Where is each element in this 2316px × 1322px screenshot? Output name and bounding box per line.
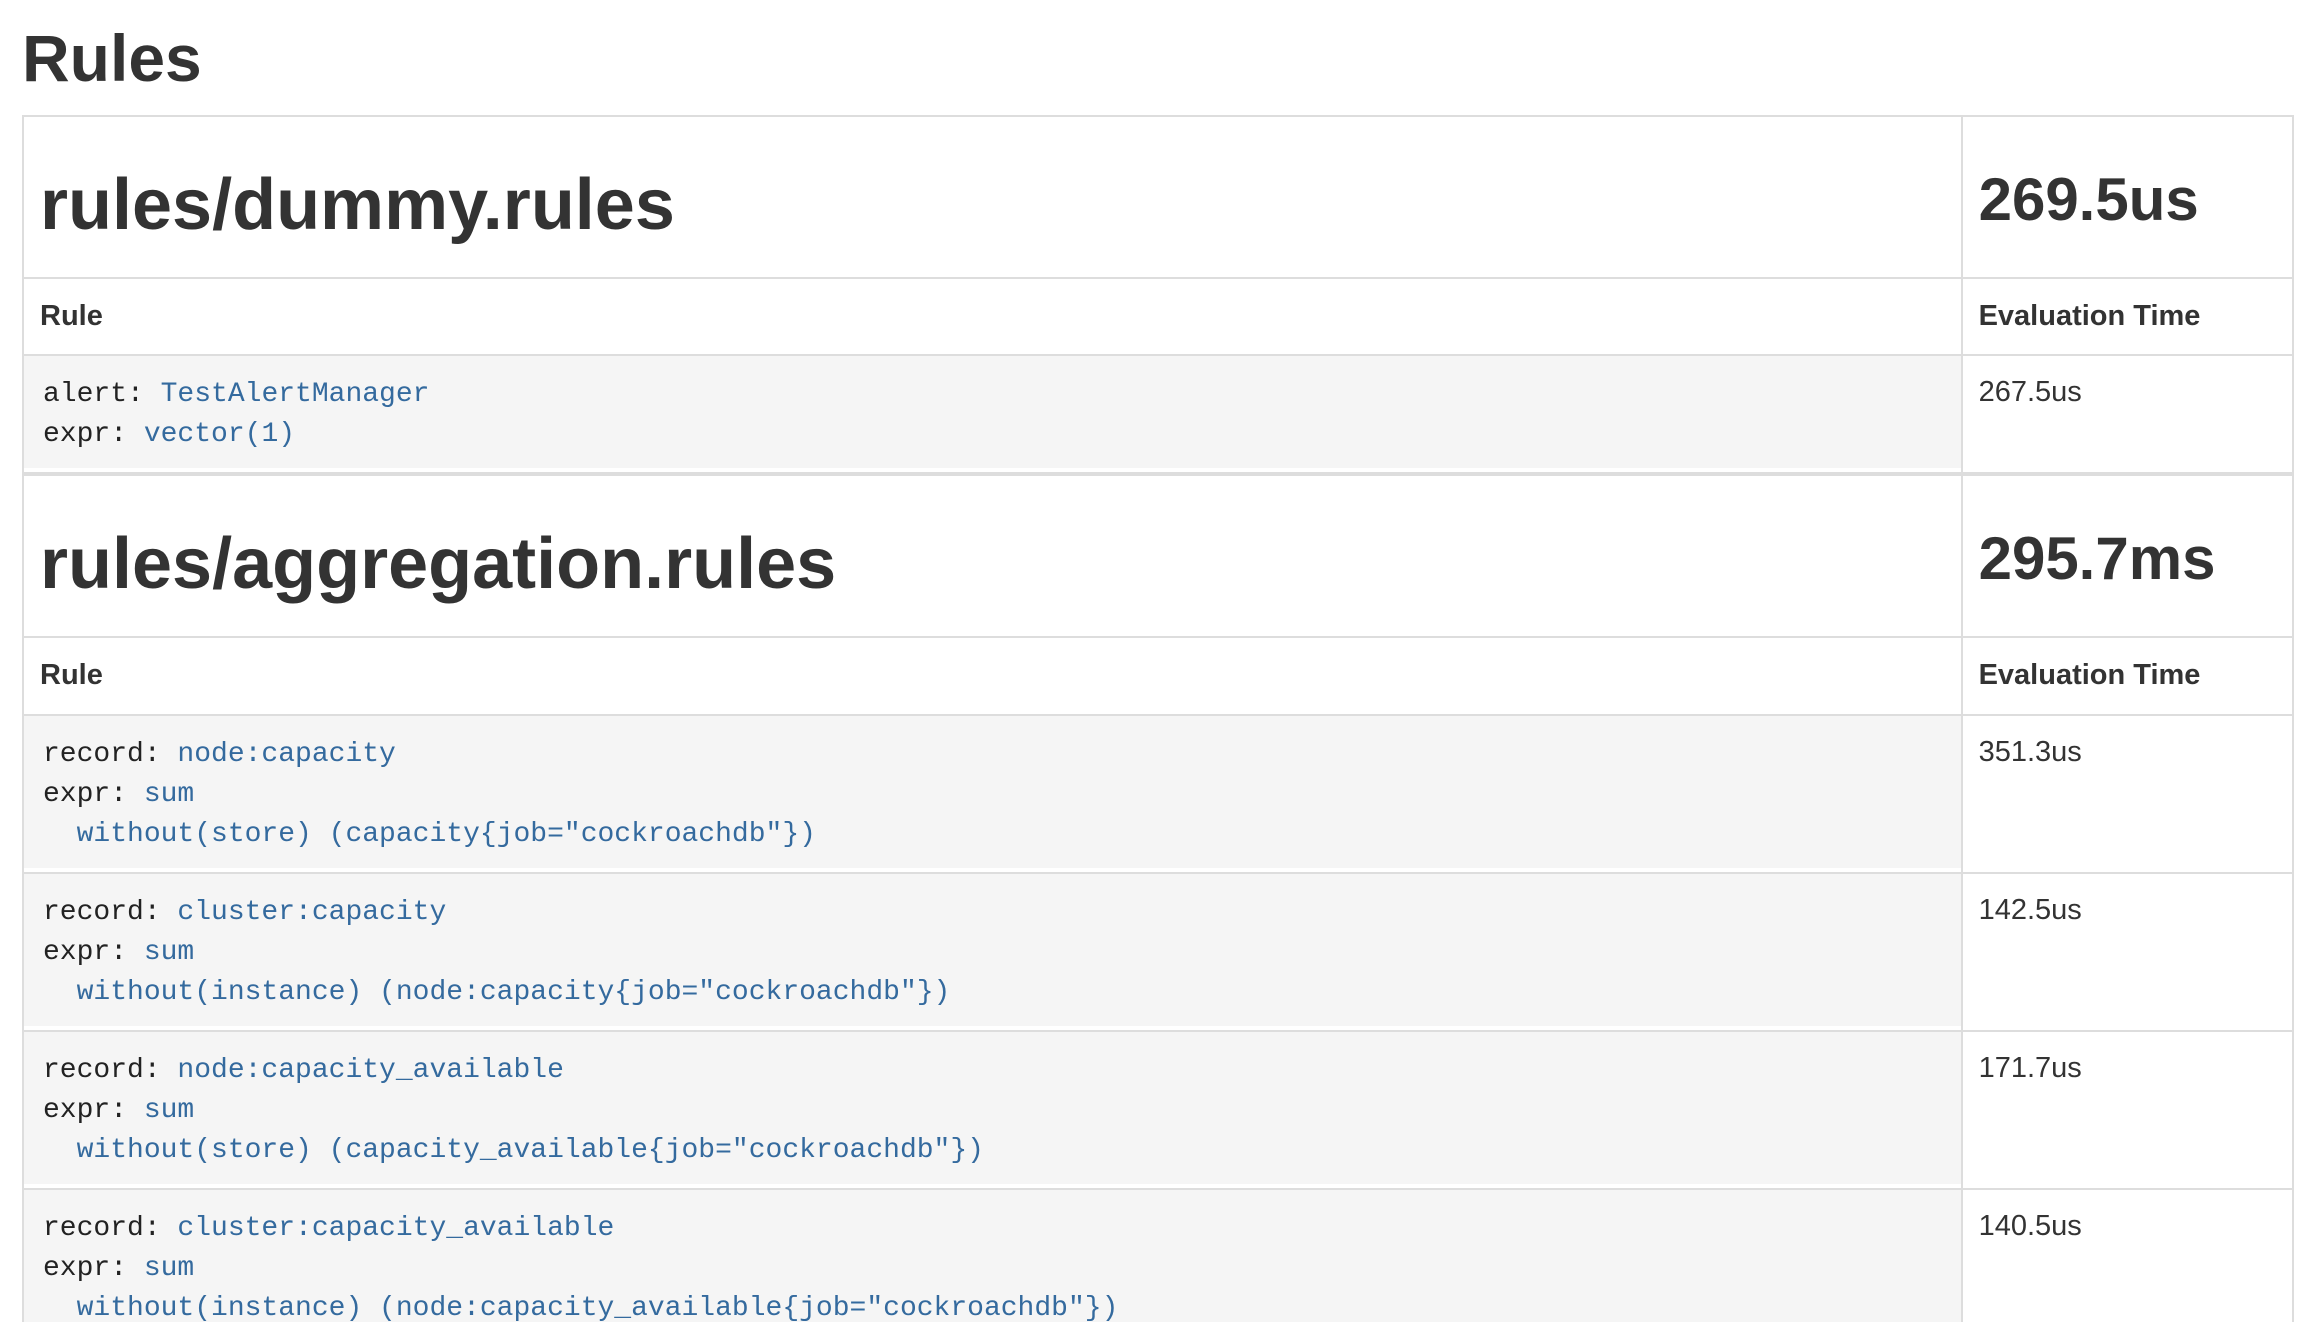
- record-keyword: record:: [43, 1213, 177, 1244]
- expr-keyword: expr:: [43, 1095, 144, 1126]
- rule-definition-cell: alert: TestAlertManager expr: vector(1): [23, 355, 1962, 473]
- rule-column-header: Rule: [23, 278, 1962, 355]
- rule-definition-cell: record: node:capacity expr: sum without(s…: [23, 715, 1962, 873]
- rule-evaluation-time: 142.5us: [1962, 873, 2293, 1031]
- rule-evaluation-time: 267.5us: [1962, 355, 2293, 473]
- columns-header-row: Rule Evaluation Time: [23, 637, 2293, 714]
- record-keyword: record:: [43, 897, 177, 928]
- rule-row: record: cluster:capacity_availableexpr: …: [23, 1189, 2293, 1322]
- group-eval-total-cell: 295.7ms: [1962, 475, 2293, 637]
- rule-expr-link-continued[interactable]: without(store) (capacity{job="cockroachd…: [43, 819, 816, 850]
- rule-expr-link[interactable]: sum: [144, 779, 194, 810]
- rule-definition: record: cluster:capacity_availableexpr: …: [24, 1190, 1961, 1322]
- rule-evaluation-time: 351.3us: [1962, 715, 2293, 873]
- rule-row: record: cluster:capacity expr: sum withou…: [23, 873, 2293, 1031]
- group-eval-total-cell: 269.5us: [1962, 116, 2293, 278]
- group-file-cell: rules/aggregation.rules: [23, 475, 1962, 637]
- group-evaluation-total: 295.7ms: [1979, 526, 2276, 592]
- rule-expr-link-continued[interactable]: without(instance) (node:capacity{job="co…: [43, 977, 950, 1008]
- rule-row: alert: TestAlertManager expr: vector(1) 2…: [23, 355, 2293, 473]
- group-evaluation-total: 269.5us: [1979, 167, 2276, 233]
- expr-keyword: expr:: [43, 419, 144, 450]
- columns-header-row: Rule Evaluation Time: [23, 278, 2293, 355]
- page-title: Rules: [22, 22, 2294, 95]
- rule-group-table-aggregation: rules/aggregation.rules 295.7ms Rule Eva…: [22, 474, 2294, 1322]
- rule-group-table-dummy: rules/dummy.rules 269.5us Rule Evaluatio…: [22, 115, 2294, 474]
- rule-row: record: node:capacity expr: sum without(s…: [23, 715, 2293, 873]
- rule-definition: record: node:capacity_available expr: sum…: [24, 1032, 1961, 1184]
- rule-definition: record: cluster:capacity expr: sum withou…: [24, 874, 1961, 1026]
- evaluation-time-column-header: Evaluation Time: [1962, 637, 2293, 714]
- expr-keyword: expr:: [43, 779, 144, 810]
- rule-expr-link[interactable]: sum: [144, 1253, 194, 1284]
- group-file-cell: rules/dummy.rules: [23, 116, 1962, 278]
- rule-column-header: Rule: [23, 637, 1962, 714]
- group-header-row: rules/dummy.rules 269.5us: [23, 116, 2293, 278]
- group-header-row: rules/aggregation.rules 295.7ms: [23, 475, 2293, 637]
- record-name-link[interactable]: cluster:capacity_available: [177, 1213, 614, 1244]
- expr-keyword: expr:: [43, 937, 144, 968]
- rule-evaluation-time: 140.5us: [1962, 1189, 2293, 1322]
- record-keyword: record:: [43, 739, 177, 770]
- record-name-link[interactable]: node:capacity_available: [177, 1055, 563, 1086]
- rules-page: Rules rules/dummy.rules 269.5us Rule Eva…: [0, 22, 2316, 1322]
- rule-evaluation-time: 171.7us: [1962, 1031, 2293, 1189]
- rule-definition: record: node:capacity expr: sum without(s…: [24, 716, 1961, 868]
- evaluation-time-column-header: Evaluation Time: [1962, 278, 2293, 355]
- record-name-link[interactable]: node:capacity: [177, 739, 395, 770]
- record-name-link[interactable]: cluster:capacity: [177, 897, 446, 928]
- alert-keyword: alert:: [43, 379, 161, 410]
- rule-expr-link[interactable]: sum: [144, 937, 194, 968]
- rule-row: record: node:capacity_available expr: sum…: [23, 1031, 2293, 1189]
- rule-definition: alert: TestAlertManager expr: vector(1): [24, 356, 1961, 468]
- rule-definition-cell: record: cluster:capacity expr: sum withou…: [23, 873, 1962, 1031]
- alert-name-link[interactable]: TestAlertManager: [161, 379, 430, 410]
- rule-expr-link[interactable]: sum: [144, 1095, 194, 1126]
- expr-keyword: expr:: [43, 1253, 144, 1284]
- rule-definition-cell: record: cluster:capacity_availableexpr: …: [23, 1189, 1962, 1322]
- group-file-name: rules/aggregation.rules: [40, 526, 1945, 602]
- group-file-name: rules/dummy.rules: [40, 167, 1945, 243]
- rule-definition-cell: record: node:capacity_available expr: sum…: [23, 1031, 1962, 1189]
- rule-expr-link-continued[interactable]: without(store) (capacity_available{job="…: [43, 1135, 984, 1166]
- record-keyword: record:: [43, 1055, 177, 1086]
- rule-expr-link[interactable]: vector(1): [144, 419, 295, 450]
- rule-expr-link-continued[interactable]: without(instance) (node:capacity_availab…: [43, 1293, 1118, 1322]
